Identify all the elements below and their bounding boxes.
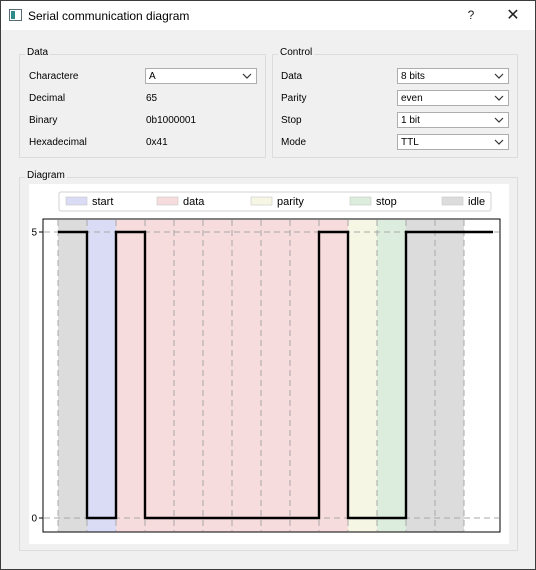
region-data [232, 220, 261, 532]
region-idle [58, 220, 87, 532]
binary-value: 0b1000001 [146, 115, 197, 126]
diagram-group-title: Diagram [25, 170, 67, 181]
region-data [203, 220, 232, 532]
serial-signal-chart: 5 0 start data parity stop idle [31, 191, 501, 533]
legend-label-stop: stop [376, 196, 397, 208]
region-data [145, 220, 174, 532]
app-icon [9, 9, 22, 21]
region-data [116, 220, 145, 532]
mode-value: TTL [401, 137, 419, 148]
parity-combo[interactable]: even [397, 90, 509, 106]
chevron-down-icon [494, 139, 504, 145]
chevron-down-icon [494, 95, 504, 101]
window-title: Serial communication diagram [28, 9, 190, 23]
legend-label-data: data [183, 196, 205, 208]
mode-combo[interactable]: TTL [397, 134, 509, 150]
legend-label-start: start [92, 196, 113, 208]
region-idle [435, 220, 464, 532]
parity-label: Parity [281, 93, 307, 104]
legend-label-idle: idle [468, 196, 485, 208]
y-tick-label: 5 [31, 228, 37, 239]
dialog-window: Serial communication diagram ? ✕ Data Ch… [0, 0, 536, 570]
charactere-combo[interactable]: A [145, 68, 257, 84]
parity-value: even [401, 93, 423, 104]
region-parity [348, 220, 377, 532]
data-group-title: Data [25, 47, 51, 58]
title-bar: Serial communication diagram ? ✕ [1, 1, 535, 30]
region-data [290, 220, 319, 532]
legend-swatch-start [65, 196, 88, 206]
hexadecimal-label: Hexadecimal [29, 137, 87, 148]
y-tick-label: 0 [31, 514, 37, 525]
chevron-down-icon [494, 117, 504, 123]
region-stop [377, 220, 406, 532]
legend-swatch-parity [250, 196, 273, 206]
legend-swatch-idle [441, 196, 464, 206]
data-bits-combo[interactable]: 8 bits [397, 68, 509, 84]
stop-label: Stop [281, 115, 302, 126]
data-bits-value: 8 bits [401, 71, 425, 82]
stop-combo[interactable]: 1 bit [397, 112, 509, 128]
stop-value: 1 bit [401, 115, 420, 126]
help-button[interactable]: ? [451, 1, 491, 30]
region-data [261, 220, 290, 532]
mode-label: Mode [281, 137, 307, 148]
close-button[interactable]: ✕ [491, 1, 535, 30]
legend-label-parity: parity [277, 196, 304, 208]
chevron-down-icon [242, 73, 252, 79]
decimal-label: Decimal [29, 93, 66, 104]
data-bits-label: Data [281, 71, 303, 82]
chevron-down-icon [494, 73, 504, 79]
region-start [87, 220, 116, 532]
legend-swatch-data [156, 196, 179, 206]
charactere-label: Charactere [29, 71, 79, 82]
region-data [319, 220, 348, 532]
charactere-value: A [149, 71, 156, 82]
decimal-value: 65 [146, 93, 158, 104]
binary-label: Binary [29, 115, 58, 126]
legend-swatch-stop [349, 196, 372, 206]
region-data [174, 220, 203, 532]
legend-box [58, 191, 492, 212]
diagram-plot-area: 5 0 start data parity stop idle [29, 184, 509, 544]
region-idle [406, 220, 435, 532]
hexadecimal-value: 0x41 [146, 137, 168, 148]
control-group-title: Control [278, 47, 315, 58]
